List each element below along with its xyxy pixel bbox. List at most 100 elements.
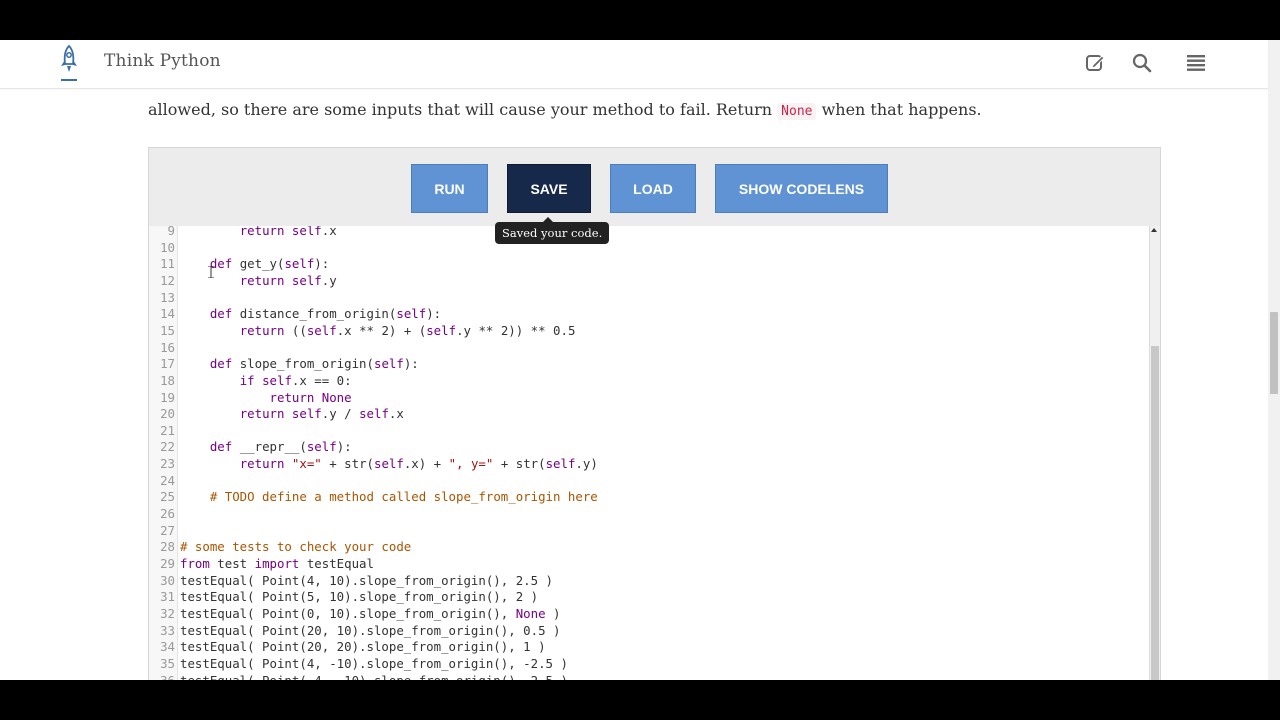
code-line[interactable]: 11 def get_y(self): xyxy=(149,256,1109,273)
line-number: 34 xyxy=(160,639,175,655)
code-text[interactable]: def distance_from_origin(self): xyxy=(180,306,441,323)
line-number: 31 xyxy=(160,589,175,605)
code-line[interactable]: 14 def distance_from_origin(self): xyxy=(149,306,1109,323)
paragraph-text-end: when that happens. xyxy=(816,100,982,119)
code-text[interactable]: testEqual( Point(5, 10).slope_from_origi… xyxy=(180,589,538,606)
search-icon[interactable] xyxy=(1131,52,1153,74)
code-line[interactable]: 23 return "x=" + str(self.x) + ", y=" + … xyxy=(149,456,1109,473)
code-line[interactable]: 17 def slope_from_origin(self): xyxy=(149,356,1109,373)
line-number: 28 xyxy=(160,539,175,555)
line-number: 18 xyxy=(160,372,175,388)
save-button[interactable]: SAVE xyxy=(507,164,591,213)
code-text[interactable]: testEqual( Point(20, 10).slope_from_orig… xyxy=(180,623,560,640)
rocket-logo-icon[interactable] xyxy=(58,44,80,82)
code-line[interactable]: 15 return ((self.x ** 2) + (self.y ** 2)… xyxy=(149,323,1109,340)
line-number: 21 xyxy=(160,422,175,438)
load-button[interactable]: LOAD xyxy=(610,164,696,213)
code-line[interactable]: 10 xyxy=(149,240,1109,257)
code-line[interactable]: 20 return self.y / self.x xyxy=(149,406,1109,423)
line-number: 22 xyxy=(160,439,175,455)
code-line[interactable]: 27 xyxy=(149,523,1109,540)
code-text[interactable]: if self.x == 0: xyxy=(180,373,352,390)
code-text[interactable]: testEqual( Point(-4, -10).slope_from_ori… xyxy=(180,673,568,680)
code-text[interactable]: testEqual( Point(0, 10).slope_from_origi… xyxy=(180,606,560,623)
edit-icon[interactable] xyxy=(1084,52,1106,74)
code-text[interactable]: return ((self.x ** 2) + (self.y ** 2)) *… xyxy=(180,323,576,340)
page-scrollbar[interactable] xyxy=(1268,40,1280,680)
line-number: 15 xyxy=(160,322,175,338)
line-number: 23 xyxy=(160,456,175,472)
code-line[interactable]: 9 return self.x xyxy=(149,226,1109,240)
code-text[interactable]: return "x=" + str(self.x) + ", y=" + str… xyxy=(180,456,598,473)
code-line[interactable]: 31 testEqual( Point(5, 10).slope_from_ori… xyxy=(149,589,1109,606)
line-number: 11 xyxy=(160,256,175,272)
code-line[interactable]: 35 testEqual( Point(4, -10).slope_from_or… xyxy=(149,656,1109,673)
line-number: 27 xyxy=(160,522,175,538)
video-letterbox-bottom xyxy=(0,680,1280,720)
line-number: 12 xyxy=(160,272,175,288)
video-letterbox-top xyxy=(0,0,1280,40)
code-line[interactable]: 33 testEqual( Point(20, 10).slope_from_or… xyxy=(149,623,1109,640)
code-line[interactable]: 22 def __repr__(self): xyxy=(149,439,1109,456)
code-line[interactable]: 13 xyxy=(149,290,1109,307)
instruction-paragraph: allowed, so there are some inputs that w… xyxy=(148,100,982,120)
line-number: 29 xyxy=(160,556,175,571)
code-text[interactable]: testEqual( Point(4, 10).slope_from_origi… xyxy=(180,573,553,590)
line-number: 30 xyxy=(160,572,175,588)
code-line[interactable]: 34 testEqual( Point(20, 20).slope_from_or… xyxy=(149,639,1109,656)
code-line[interactable]: 21 xyxy=(149,423,1109,440)
site-title[interactable]: Think Python xyxy=(104,51,221,71)
code-line[interactable]: 30 testEqual( Point(4, 10).slope_from_ori… xyxy=(149,573,1109,590)
line-number: 19 xyxy=(160,389,175,405)
code-line[interactable]: 18 if self.x == 0: xyxy=(149,373,1109,390)
code-text[interactable]: return self.x xyxy=(180,226,337,240)
code-line[interactable]: 26 xyxy=(149,506,1109,523)
code-text[interactable]: def get_y(self): xyxy=(180,256,329,273)
site-header: Think Python xyxy=(0,40,1268,89)
line-number: 10 xyxy=(160,239,175,255)
line-number: 9 xyxy=(167,226,175,238)
code-text[interactable]: return None xyxy=(180,390,352,407)
page: Think Python allowed, so there are some … xyxy=(0,40,1280,680)
code-text[interactable]: return self.y / self.x xyxy=(180,406,404,423)
line-number: 14 xyxy=(160,306,175,322)
line-number: 35 xyxy=(160,655,175,671)
line-number: 16 xyxy=(160,339,175,355)
text-cursor-icon xyxy=(208,266,214,278)
code-line[interactable]: 36 testEqual( Point(-4, -10).slope_from_o… xyxy=(149,673,1109,680)
line-number: 32 xyxy=(160,605,175,621)
code-text[interactable]: testEqual( Point(4, -10).slope_from_orig… xyxy=(180,656,568,673)
editor-scrollbar-thumb[interactable] xyxy=(1151,346,1159,680)
activecode-widget: RUN SAVE LOAD SHOW CODELENS Saved your c… xyxy=(148,147,1161,680)
editor-scrollbar[interactable] xyxy=(1149,226,1160,680)
inline-code: None xyxy=(777,103,817,120)
code-line[interactable]: 25 # TODO define a method called slope_f… xyxy=(149,489,1109,506)
line-number: 33 xyxy=(160,622,175,638)
code-text[interactable]: testEqual( Point(20, 20).slope_from_orig… xyxy=(180,639,546,656)
code-line[interactable]: 19 return None xyxy=(149,390,1109,407)
code-text[interactable]: # TODO define a method called slope_from… xyxy=(180,489,598,506)
code-text[interactable]: from test import testEqual xyxy=(180,556,374,573)
code-text[interactable]: def slope_from_origin(self): xyxy=(180,356,419,373)
code-text[interactable]: # some tests to check your code xyxy=(180,539,411,556)
save-tooltip: Saved your code. xyxy=(495,217,610,244)
code-line[interactable]: 32 testEqual( Point(0, 10).slope_from_ori… xyxy=(149,606,1109,623)
menu-icon[interactable] xyxy=(1185,52,1207,74)
line-number: 20 xyxy=(160,406,175,422)
code-editor[interactable]: 9 return self.x 10 11 def get_y(self): 12 r… xyxy=(149,226,1160,680)
code-line[interactable]: 12 return self.y xyxy=(149,273,1109,290)
paragraph-text: allowed, so there are some inputs that w… xyxy=(148,100,778,119)
line-number: 26 xyxy=(160,506,175,522)
code-line[interactable]: 24 xyxy=(149,473,1109,490)
line-number: 25 xyxy=(160,489,175,505)
code-text[interactable]: return self.y xyxy=(180,273,337,290)
code-line[interactable]: 28 # some tests to check your code xyxy=(149,539,1109,556)
run-button[interactable]: RUN xyxy=(411,164,488,213)
page-scrollbar-thumb[interactable] xyxy=(1270,312,1278,394)
line-number: 17 xyxy=(160,356,175,372)
code-text[interactable]: def __repr__(self): xyxy=(180,439,352,456)
code-line[interactable]: 16 xyxy=(149,340,1109,357)
scroll-up-arrow-icon[interactable] xyxy=(1151,228,1157,232)
show-codelens-button[interactable]: SHOW CODELENS xyxy=(715,164,888,213)
code-line[interactable]: 29 from test import testEqual xyxy=(149,556,1109,573)
